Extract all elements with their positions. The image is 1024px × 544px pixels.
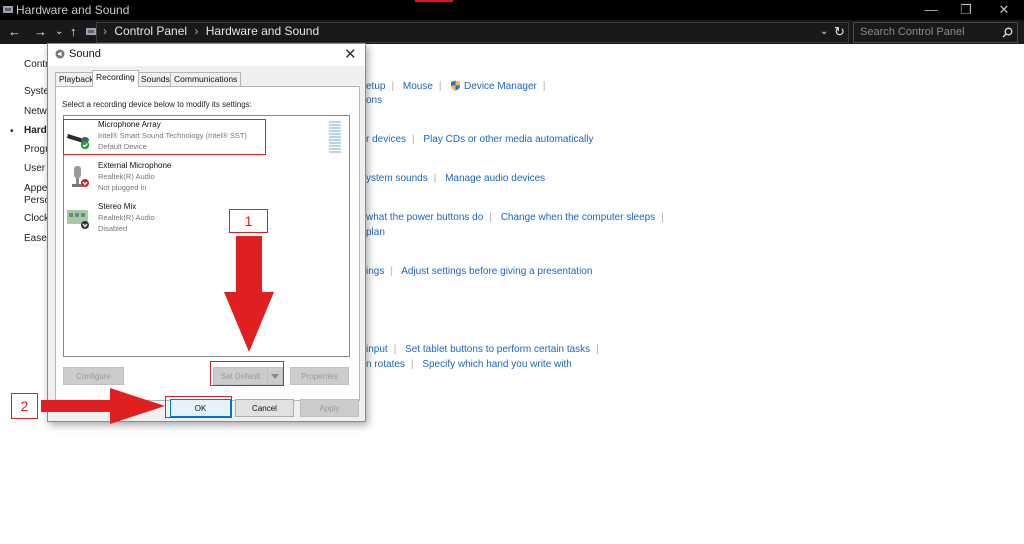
- minimize-button[interactable]: —: [921, 2, 941, 17]
- active-bullet: •: [10, 126, 14, 137]
- sound-dialog: Sound ✕ Playback Recording Sounds Commun…: [47, 43, 366, 422]
- link-power-buttons[interactable]: what the power buttons do: [366, 212, 483, 223]
- link-manage-audio-devices[interactable]: Manage audio devices: [445, 173, 545, 184]
- link-computer-sleeps[interactable]: Change when the computer sleeps: [501, 212, 656, 223]
- window-title: Hardware and Sound: [16, 3, 130, 17]
- search-placeholder: Search Control Panel: [860, 26, 965, 38]
- device-name: Stereo Mix: [98, 202, 137, 211]
- control-panel-icon: [3, 6, 13, 13]
- apply-button[interactable]: Apply: [300, 399, 359, 417]
- refresh-icon[interactable]: ↻: [834, 24, 845, 40]
- configure-button[interactable]: Configure: [63, 367, 124, 385]
- link-default-devices[interactable]: r devices: [366, 134, 406, 145]
- link-device-manager[interactable]: Device Manager: [464, 81, 537, 92]
- breadcrumb-control-panel[interactable]: Control Panel: [114, 24, 187, 38]
- nav-appearance[interactable]: Appe: [24, 183, 47, 194]
- nav-clock-and-region[interactable]: Clock: [24, 213, 49, 224]
- tab-recording[interactable]: Recording: [92, 70, 139, 87]
- cancel-button[interactable]: Cancel: [235, 399, 294, 417]
- device-driver: Realtek(R) Audio: [98, 213, 155, 222]
- link-power-plan[interactable]: plan: [366, 227, 385, 238]
- step-2-label: 2: [11, 393, 38, 419]
- address-bar: ← → ⌄ ↑ › Control Panel › Hardware and S…: [0, 20, 1024, 44]
- search-icon[interactable]: [1002, 27, 1013, 38]
- properties-button[interactable]: Properties: [290, 367, 349, 385]
- step-1-label: 1: [229, 209, 268, 233]
- dialog-title-bar: Sound ✕: [48, 44, 365, 66]
- window-accent-mark: [415, 0, 453, 2]
- control-panel-icon: [86, 28, 96, 35]
- tab-communications[interactable]: Communications: [170, 72, 242, 86]
- link-handedness[interactable]: Specify which hand you write with: [422, 359, 572, 370]
- breadcrumb-hardware-and-sound[interactable]: Hardware and Sound: [206, 24, 319, 38]
- link-mouse[interactable]: Mouse: [403, 81, 433, 92]
- link-change-system-sounds[interactable]: ystem sounds: [366, 173, 428, 184]
- power-links-row: what the power buttons do | Change when t…: [366, 212, 664, 223]
- sound-links-row: ystem sounds | Manage audio devices: [366, 173, 546, 184]
- tablet-links-row: input | Set tablet buttons to perform cer…: [366, 344, 599, 355]
- chevron-down-icon[interactable]: ⌄: [820, 26, 828, 37]
- instruction-text: Select a recording device below to modif…: [62, 100, 252, 109]
- chevron-right-icon: ›: [103, 24, 107, 38]
- close-button[interactable]: ✕: [994, 2, 1014, 18]
- dialog-title: Sound: [69, 48, 101, 60]
- nav-programs[interactable]: Progr: [24, 144, 48, 155]
- device-stereo-mix[interactable]: Stereo Mix Realtek(R) Audio Disabled: [64, 201, 349, 241]
- link-options[interactable]: ons: [366, 95, 382, 106]
- link-tablet-buttons[interactable]: Set tablet buttons to perform certain ta…: [405, 344, 590, 355]
- highlight-ok: [165, 396, 232, 418]
- tablet-links-row-2: n rotates | Specify which hand you write …: [366, 359, 572, 370]
- maximize-button[interactable]: ❐: [956, 2, 976, 18]
- device-status: Disabled: [98, 224, 128, 233]
- breadcrumb: › Control Panel › Hardware and Sound: [103, 24, 323, 38]
- external-microphone-icon: [72, 166, 89, 187]
- device-external-microphone[interactable]: External Microphone Realtek(R) Audio Not…: [64, 160, 349, 200]
- device-driver: Realtek(R) Audio: [98, 172, 155, 181]
- devices-links-row: etup | Mouse | Device Manager |: [366, 80, 546, 92]
- up-icon[interactable]: ↑: [70, 24, 77, 39]
- link-play-cds[interactable]: Play CDs or other media automatically: [423, 134, 593, 145]
- link-pen-input[interactable]: input: [366, 344, 388, 355]
- stereo-mix-icon: [67, 210, 89, 229]
- dialog-close-icon[interactable]: ✕: [344, 45, 357, 63]
- link-adjust-presentation[interactable]: Adjust settings before giving a presenta…: [401, 266, 592, 277]
- device-name: External Microphone: [98, 161, 172, 170]
- link-presentation-settings[interactable]: ings: [366, 266, 384, 277]
- speaker-icon: [55, 49, 65, 59]
- device-status: Not plugged in: [98, 183, 147, 192]
- recent-locations-icon[interactable]: ⌄: [55, 26, 63, 37]
- autoplay-links-row: r devices | Play CDs or other media autom…: [366, 134, 594, 145]
- search-input[interactable]: Search Control Panel: [853, 22, 1018, 43]
- nav-control-panel-home[interactable]: Contr: [24, 59, 48, 70]
- link-autoplay-setup[interactable]: etup: [366, 81, 385, 92]
- highlight-set-default: [210, 361, 284, 386]
- chevron-right-icon: ›: [194, 24, 199, 38]
- tab-sounds[interactable]: Sounds: [137, 72, 174, 86]
- level-meter: [329, 121, 341, 153]
- forward-icon[interactable]: →: [34, 24, 47, 39]
- highlight-microphone-array: [63, 119, 266, 155]
- link-screen-rotates[interactable]: n rotates: [366, 359, 405, 370]
- back-icon[interactable]: ←: [8, 24, 21, 39]
- uac-shield-icon: [451, 80, 461, 91]
- presentation-links-row: ings | Adjust settings before giving a pr…: [366, 266, 593, 277]
- title-bar: Hardware and Sound — ❐ ✕: [0, 0, 1024, 20]
